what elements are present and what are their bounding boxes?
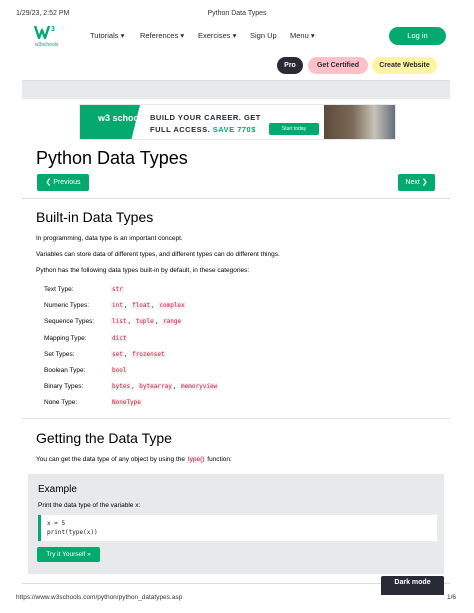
banner-headline: BUILD YOUR CAREER. GET (150, 113, 261, 122)
gray-strip (22, 81, 450, 99)
banner-start-button[interactable]: Start today (269, 123, 319, 135)
banner-save: SAVE 770$ (212, 125, 256, 134)
section-heading-getting-type: Getting the Data Type (36, 430, 172, 446)
page-title: Python Data Types (36, 148, 188, 168)
nav-menu[interactable]: Menu ▾ (290, 31, 315, 40)
banner-logo: w3 schools (98, 113, 147, 123)
type-keyword[interactable]: bool (111, 367, 128, 374)
nav-exercises[interactable]: Exercises ▾ (198, 31, 236, 40)
type-keyword[interactable]: set (111, 350, 124, 358)
type-keyword[interactable]: NoneType (111, 399, 142, 407)
type-row: Numeric Types: int, float, complex (44, 302, 444, 312)
type-row: Binary Types: bytes, bytearray, memoryvie… (44, 383, 444, 393)
type-keyword[interactable]: list (111, 318, 128, 326)
dark-mode-button[interactable]: Dark mode (381, 576, 444, 590)
type-row: Mapping Type: dict (44, 334, 444, 345)
example-title: Example (38, 484, 77, 495)
type-keyword[interactable]: bytes (111, 383, 132, 391)
type-keyword[interactable]: dict (111, 334, 128, 342)
top-navigation: 3 w3schools Tutorials ▾ References ▾ Exe… (22, 22, 452, 50)
example-description: Print the data type of the variable x: (38, 502, 141, 509)
type-category-label: None Type: (44, 399, 78, 407)
nav-signup[interactable]: Sign Up (250, 31, 277, 40)
type-keyword[interactable]: float (131, 302, 152, 310)
paragraph-2: Variables can store data of different ty… (36, 251, 280, 258)
create-website-button[interactable]: Create Website (372, 57, 437, 74)
paragraph-type-function: You can get the data type of any object … (36, 456, 232, 463)
paragraph-3: Python has the following data types buil… (36, 267, 250, 274)
get-certified-button[interactable]: Get Certified (308, 57, 368, 74)
type-category-label: Text Type: (44, 286, 74, 293)
pro-button[interactable]: Pro (277, 57, 303, 74)
section-heading-builtin: Built-in Data Types (36, 209, 154, 225)
type-row: Text Type: str (44, 286, 444, 296)
type-row: Boolean Type: bool (44, 367, 444, 377)
type-values: str (111, 286, 124, 293)
code-type: type() (186, 456, 206, 463)
type-values: NoneType (111, 399, 142, 407)
try-it-yourself-button[interactable]: Try it Yourself » (37, 547, 100, 562)
type-category-label: Mapping Type: (44, 334, 87, 342)
code-line-2: print(type(x)) (47, 529, 98, 536)
logo-text: w3schools (35, 42, 59, 48)
type-row: Set Types: set, frozenset (44, 350, 444, 361)
section-divider (22, 198, 450, 199)
type-keyword[interactable]: tuple (134, 318, 155, 326)
ad-banner[interactable]: w3 schools BUILD YOUR CAREER. GET FULL A… (79, 104, 396, 140)
type-row: Sequence Types: list, tuple, range (44, 318, 444, 328)
example-box: Example Print the data type of the varia… (28, 474, 444, 574)
nav-references[interactable]: References ▾ (140, 31, 184, 40)
type-keyword[interactable]: str (111, 286, 124, 293)
type-category-label: Numeric Types: (44, 302, 90, 310)
print-url: https://www.w3schools.com/python/python_… (16, 594, 183, 601)
type-keyword[interactable]: range (161, 318, 183, 326)
login-button[interactable]: Log in (389, 27, 446, 45)
code-block: x = 5 print(type(x)) (38, 515, 437, 541)
type-values: bytes, bytearray, memoryview (111, 383, 219, 391)
type-category-label: Set Types: (44, 350, 75, 358)
type-category-label: Boolean Type: (44, 367, 86, 374)
type-values: list, tuple, range (111, 318, 183, 326)
previous-button[interactable]: ❮ Previous (37, 174, 89, 191)
print-doc-title: Python Data Types (207, 10, 267, 17)
type-keyword[interactable]: int (111, 302, 124, 310)
type-values: dict (111, 334, 128, 342)
print-header: 1/29/23, 2:52 PM Python Data Types (0, 0, 474, 20)
print-footer: https://www.w3schools.com/python/python_… (16, 594, 456, 604)
type-row: None Type: NoneType (44, 399, 444, 409)
type-values: set, frozenset (111, 350, 166, 358)
type-category-label: Binary Types: (44, 383, 84, 391)
type-values: int, float, complex (111, 302, 186, 310)
type-keyword[interactable]: bytearray (138, 383, 173, 391)
print-page-number: 1/6 (446, 594, 456, 601)
type-keyword[interactable]: frozenset (131, 350, 166, 358)
type-keyword[interactable]: memoryview (180, 383, 219, 391)
code-line-1: x = 5 (47, 520, 66, 527)
w3schools-logo[interactable]: 3 w3schools (34, 24, 60, 48)
paragraph-1: In programming, data type is an importan… (36, 235, 183, 242)
type-values: bool (111, 367, 128, 374)
banner-photo (324, 105, 395, 139)
banner-subline: FULL ACCESS. SAVE 770$ (150, 125, 256, 134)
nav-tutorials[interactable]: Tutorials ▾ (90, 31, 124, 40)
type-category-label: Sequence Types: (44, 318, 95, 326)
type-keyword[interactable]: complex (158, 302, 186, 310)
svg-text:3: 3 (51, 26, 55, 33)
section-divider-2 (22, 418, 450, 419)
next-button[interactable]: Next ❯ (398, 174, 435, 191)
